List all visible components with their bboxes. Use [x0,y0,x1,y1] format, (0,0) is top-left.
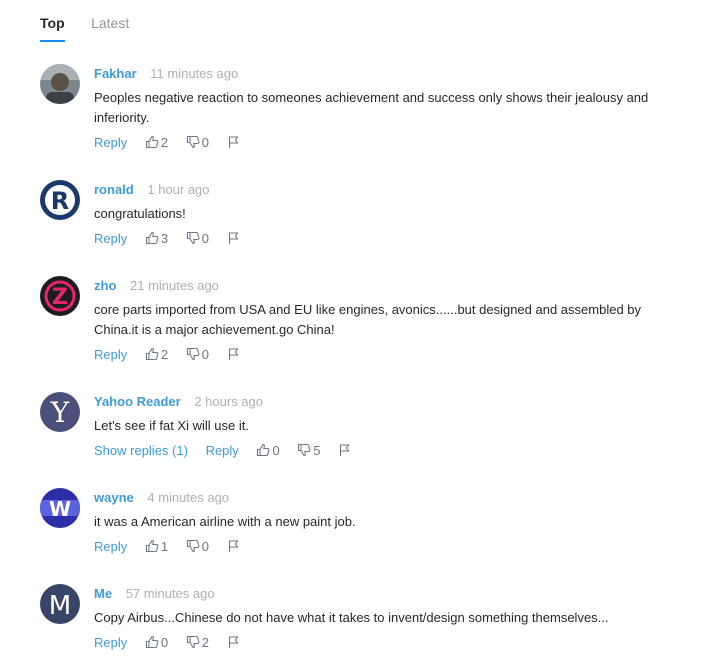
comment-text: it was a American airline with a new pai… [94,514,356,529]
like-button[interactable]: 2 [145,133,168,153]
reply-button[interactable]: Reply [94,633,127,653]
comment-text: core parts imported from USA and EU like… [94,302,642,337]
tab-latest[interactable]: Latest [91,12,129,40]
dislike-count: 0 [201,231,209,246]
comment-author[interactable]: Yahoo Reader [94,394,181,409]
comment-timestamp: 2 hours ago [194,394,263,409]
like-count: 2 [160,347,169,362]
comment-timestamp: 4 minutes ago [147,490,230,505]
reply-button[interactable]: Reply [94,133,127,153]
dislike-button[interactable]: 2 [186,633,209,653]
comment-timestamp: 21 minutes ago [130,278,219,293]
comment-actions: Reply 0 2 [94,633,674,653]
flag-icon [227,539,241,553]
reply-button[interactable]: Reply [206,441,239,461]
report-button[interactable] [227,345,243,365]
comment-author[interactable]: wayne [94,490,134,505]
flag-icon [227,635,241,649]
comment-timestamp: 1 hour ago [147,182,210,197]
like-count: 2 [160,135,169,150]
comment-tabs: Top Latest [40,12,151,42]
like-button[interactable]: 3 [145,229,168,249]
thumbs-up-icon [145,231,159,245]
comment-text: Copy Airbus...Chinese do not have what i… [94,610,609,625]
thumbs-up-icon [256,443,270,457]
tab-top[interactable]: Top [40,12,65,42]
thumbs-down-icon [186,135,200,149]
thumbs-up-icon [145,635,159,649]
dislike-button[interactable]: 5 [297,441,321,461]
show-replies-button[interactable]: Show replies (1) [94,441,188,461]
avatar[interactable]: Y [40,392,80,432]
comment-actions: Reply 2 0 [94,133,674,153]
comment-actions: Reply 2 0 [94,345,674,365]
like-count: 1 [160,539,169,554]
dislike-button[interactable]: 0 [186,345,209,365]
comment-author[interactable]: Fakhar [94,66,137,81]
svg-text:Y: Y [50,396,70,429]
dislike-button[interactable]: 0 [186,537,209,557]
thumbs-up-icon [145,135,159,149]
dislike-count: 5 [313,443,321,458]
comment-author[interactable]: Me [94,586,112,601]
like-button[interactable]: 0 [145,633,168,653]
dislike-count: 0 [201,347,209,362]
flag-icon [227,347,241,361]
like-button[interactable]: 2 [145,345,168,365]
flag-icon [338,443,352,457]
thumbs-down-icon [186,347,200,361]
reply-button[interactable]: Reply [94,345,127,365]
like-count: 0 [160,635,169,650]
dislike-count: 2 [201,635,209,650]
comment-text: Let's see if fat Xi will use it. [94,418,249,433]
comment-text: congratulations! [94,206,186,221]
reply-button[interactable]: Reply [94,537,127,557]
dislike-count: 0 [201,539,209,554]
flag-icon [227,231,241,245]
like-button[interactable]: 0 [256,441,280,461]
comment-actions: Show replies (1) Reply 0 5 [94,441,674,461]
comment-text: Peoples negative reaction to someones ac… [94,90,649,125]
comment-actions: Reply 1 0 [94,537,674,557]
avatar[interactable]: R [40,180,80,220]
like-count: 3 [160,231,169,246]
report-button[interactable] [227,633,243,653]
comment-actions: Reply 3 0 [94,229,674,249]
thumbs-up-icon [145,539,159,553]
svg-text:W: W [49,497,71,521]
reply-button[interactable]: Reply [94,229,127,249]
report-button[interactable] [227,537,243,557]
thumbs-down-icon [186,231,200,245]
report-button[interactable] [338,441,354,461]
dislike-button[interactable]: 0 [186,133,209,153]
avatar[interactable]: W [40,488,80,528]
avatar[interactable]: M [40,584,80,624]
comment-timestamp: 57 minutes ago [125,586,215,601]
comment-timestamp: 11 minutes ago [150,66,239,81]
thumbs-up-icon [145,347,159,361]
avatar[interactable] [40,64,80,104]
avatar[interactable]: Z [40,276,80,316]
like-count: 0 [272,443,280,458]
dislike-button[interactable]: 0 [186,229,209,249]
report-button[interactable] [227,133,243,153]
like-button[interactable]: 1 [145,537,168,557]
svg-text:R: R [51,187,69,215]
report-button[interactable] [227,229,243,249]
comment-author[interactable]: ronald [94,182,134,197]
dislike-count: 0 [201,135,209,150]
flag-icon [227,135,241,149]
thumbs-down-icon [186,635,200,649]
svg-text:Z: Z [52,285,68,310]
svg-text:M: M [49,591,71,621]
comment-author[interactable]: zho [94,278,116,293]
thumbs-down-icon [297,443,311,457]
thumbs-down-icon [186,539,200,553]
